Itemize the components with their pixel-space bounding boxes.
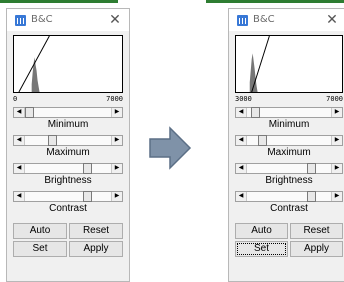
- scroll-right-arrow-icon[interactable]: ▶: [111, 136, 122, 145]
- brightness-slider-group: ◀ ▶ Brightness: [235, 163, 343, 188]
- maximum-scrollbar[interactable]: ◀ ▶: [235, 135, 343, 146]
- maximum-thumb[interactable]: [258, 135, 267, 146]
- contrast-slider-group: ◀ ▶ Contrast: [235, 191, 343, 216]
- brightness-scrollbar[interactable]: ◀ ▶: [13, 163, 123, 174]
- minimum-slider-group: ◀ ▶ Minimum: [235, 107, 343, 132]
- range-min-label: 0: [13, 95, 18, 103]
- range-min-label: 3000: [235, 95, 252, 103]
- reset-button[interactable]: Reset: [290, 223, 343, 239]
- minimum-thumb[interactable]: [251, 107, 260, 118]
- scroll-left-arrow-icon[interactable]: ◀: [236, 164, 247, 173]
- scroll-left-arrow-icon[interactable]: ◀: [236, 192, 247, 201]
- scroll-right-arrow-icon[interactable]: ▶: [331, 192, 342, 201]
- close-button[interactable]: ✕: [107, 11, 123, 27]
- range-max-label: 7000: [326, 95, 343, 103]
- scroll-left-arrow-icon[interactable]: ◀: [14, 192, 25, 201]
- brightness-thumb[interactable]: [83, 163, 92, 174]
- histogram-bars: [31, 57, 40, 92]
- contrast-scrollbar[interactable]: ◀ ▶: [235, 191, 343, 202]
- maximum-slider-group: ◀ ▶ Maximum: [13, 135, 123, 160]
- imagej-app-icon: [237, 15, 248, 26]
- right-arrow-icon: [148, 126, 192, 170]
- minimum-thumb[interactable]: [25, 107, 34, 118]
- histogram: [235, 35, 343, 93]
- scroll-right-arrow-icon[interactable]: ▶: [331, 164, 342, 173]
- bc-window-after: B&C ✕ 3000 7000 ◀ ▶ Minimum ◀ ▶ Maximum …: [228, 8, 344, 282]
- title-bar: B&C ✕: [7, 9, 129, 31]
- scroll-right-arrow-icon[interactable]: ▶: [331, 108, 342, 117]
- contrast-label: Contrast: [49, 203, 87, 214]
- title-bar: B&C ✕: [229, 9, 344, 31]
- scroll-right-arrow-icon[interactable]: ▶: [331, 136, 342, 145]
- scroll-left-arrow-icon[interactable]: ◀: [14, 164, 25, 173]
- reset-button[interactable]: Reset: [69, 223, 123, 239]
- scroll-left-arrow-icon[interactable]: ◀: [236, 136, 247, 145]
- maximum-thumb[interactable]: [48, 135, 57, 146]
- background-strip-right: [206, 0, 344, 3]
- contrast-slider-group: ◀ ▶ Contrast: [13, 191, 123, 216]
- brightness-thumb[interactable]: [307, 163, 316, 174]
- bc-window-before: B&C ✕ 0 7000 ◀ ▶ Minimum ◀ ▶ Maximum ◀ ▶: [6, 8, 130, 282]
- auto-button[interactable]: Auto: [235, 223, 288, 239]
- lut-line: [251, 36, 270, 92]
- brightness-label: Brightness: [265, 175, 313, 186]
- scroll-left-arrow-icon[interactable]: ◀: [14, 136, 25, 145]
- minimum-scrollbar[interactable]: ◀ ▶: [235, 107, 343, 118]
- set-button[interactable]: Set: [235, 241, 288, 257]
- scroll-left-arrow-icon[interactable]: ◀: [236, 108, 247, 117]
- scroll-right-arrow-icon[interactable]: ▶: [111, 164, 122, 173]
- display-range: 0 7000: [13, 95, 123, 105]
- contrast-thumb[interactable]: [307, 191, 316, 202]
- scroll-left-arrow-icon[interactable]: ◀: [14, 108, 25, 117]
- contrast-label: Contrast: [270, 203, 308, 214]
- brightness-scrollbar[interactable]: ◀ ▶: [235, 163, 343, 174]
- apply-button[interactable]: Apply: [290, 241, 343, 257]
- contrast-thumb[interactable]: [83, 191, 92, 202]
- apply-button[interactable]: Apply: [69, 241, 123, 257]
- maximum-label: Maximum: [267, 147, 311, 158]
- scroll-right-arrow-icon[interactable]: ▶: [111, 192, 122, 201]
- button-grid: Auto Reset Set Apply: [235, 223, 343, 257]
- set-button[interactable]: Set: [13, 241, 67, 257]
- scroll-right-arrow-icon[interactable]: ▶: [111, 108, 122, 117]
- range-max-label: 7000: [106, 95, 123, 103]
- maximum-slider-group: ◀ ▶ Maximum: [235, 135, 343, 160]
- brightness-slider-group: ◀ ▶ Brightness: [13, 163, 123, 188]
- minimum-slider-group: ◀ ▶ Minimum: [13, 107, 123, 132]
- background-strip-left: [0, 0, 118, 3]
- minimum-label: Minimum: [268, 119, 310, 130]
- histogram: [13, 35, 123, 93]
- maximum-scrollbar[interactable]: ◀ ▶: [13, 135, 123, 146]
- maximum-label: Maximum: [46, 147, 90, 158]
- contrast-scrollbar[interactable]: ◀ ▶: [13, 191, 123, 202]
- minimum-scrollbar[interactable]: ◀ ▶: [13, 107, 123, 118]
- auto-button[interactable]: Auto: [13, 223, 67, 239]
- brightness-label: Brightness: [44, 175, 92, 186]
- window-title: B&C: [31, 14, 53, 25]
- display-range: 3000 7000: [235, 95, 343, 105]
- minimum-label: Minimum: [47, 119, 89, 130]
- button-grid: Auto Reset Set Apply: [13, 223, 123, 257]
- close-button[interactable]: ✕: [324, 11, 340, 27]
- imagej-app-icon: [15, 15, 26, 26]
- window-title: B&C: [253, 14, 275, 25]
